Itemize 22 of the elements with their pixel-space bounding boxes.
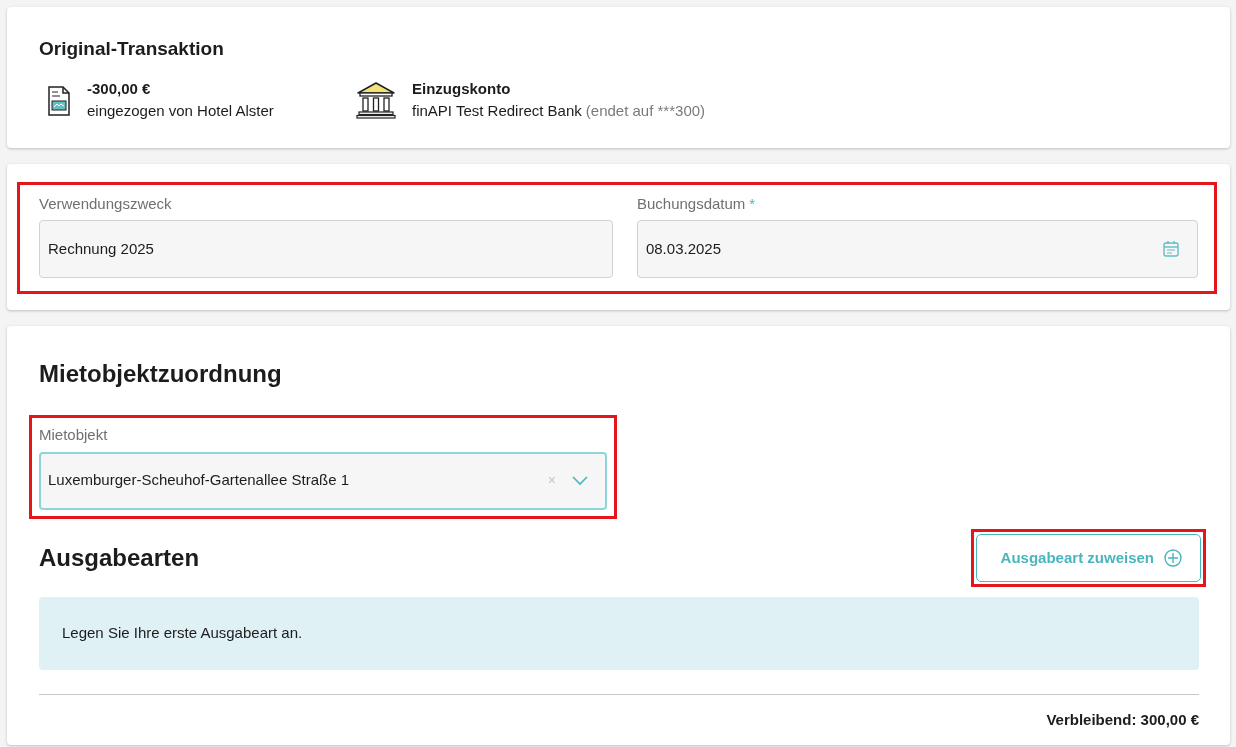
document-icon [47, 85, 71, 116]
field-label: Buchungsdatum [636, 193, 746, 214]
alert-text: Legen Sie Ihre erste Ausgabeart an. [62, 623, 304, 643]
section-title: Ausgabearten [39, 542, 200, 573]
plus-circle-icon [1164, 548, 1182, 567]
calendar-icon [1162, 240, 1180, 258]
bank-name: finAPI Test Redirect Bank [412, 101, 582, 121]
field-label: Verwendungszweck [39, 193, 172, 214]
input-field[interactable]: 08.03.2025 [636, 220, 1198, 278]
bank-icon [356, 80, 396, 119]
field-label: Mietobjekt [39, 425, 109, 445]
description-text: eingezogen von Hotel Alster [87, 101, 274, 121]
input-field[interactable]: Rechnung 2025 [39, 220, 613, 278]
remaining-amount: Verbleibend: 300,00 € [1045, 709, 1199, 730]
card-title: Original-Transaktion [39, 37, 225, 61]
amount-text: -300,00 € [87, 78, 152, 99]
section-title: Mietobjektzuordnung [39, 359, 283, 389]
account-suffix: (endet auf ***300) [585, 101, 706, 121]
required-mark: * [749, 193, 756, 214]
chevron-down-icon [572, 475, 588, 486]
select-field[interactable]: Luxemburger-Scheuhof-Gartenallee Straße 1 × [39, 451, 607, 510]
account-title: Einzugskonto [412, 78, 512, 99]
